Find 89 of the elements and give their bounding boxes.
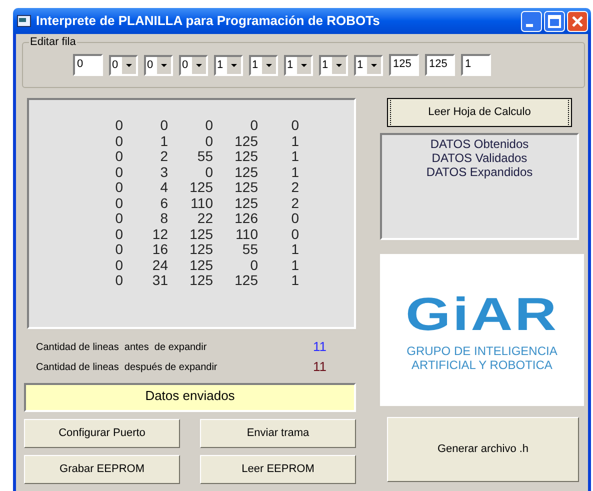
list-value: 126 xyxy=(234,211,258,226)
list-value: 24 xyxy=(151,258,168,273)
list-value: 1 xyxy=(290,242,299,258)
list-value: 0 xyxy=(114,273,123,288)
list-value: 12 xyxy=(151,226,168,242)
logo-subtitle: GRUPO DE INTELIGENCIA xyxy=(406,344,558,358)
dropdown[interactable]: 1 xyxy=(319,54,348,76)
list-value: 0 xyxy=(114,180,123,196)
action-button[interactable]: Leer EEPROM xyxy=(200,455,356,484)
text-field[interactable]: 125 xyxy=(389,54,419,76)
list-value: 2 xyxy=(290,180,299,196)
list-value: 125 xyxy=(188,242,213,258)
list-value: 0 xyxy=(114,242,123,258)
list-value: 0 xyxy=(290,211,299,226)
list-value: 8 xyxy=(159,211,168,226)
status-message: Datos enviados xyxy=(24,383,356,412)
list-value: 2 xyxy=(159,149,168,164)
list-value: 6 xyxy=(159,196,168,211)
list-value: 0 xyxy=(159,118,168,134)
list-value: 125 xyxy=(234,180,258,196)
list-value: 125 xyxy=(188,180,213,196)
list-value: 4 xyxy=(159,180,168,196)
list-value: 0 xyxy=(114,211,123,226)
action-button[interactable]: Configurar Puerto xyxy=(24,419,180,448)
text-field[interactable]: 0 xyxy=(73,54,103,76)
list-value: 125 xyxy=(234,273,258,288)
list-value: 125 xyxy=(188,226,213,242)
list-value: 2 xyxy=(290,196,299,211)
list-value: 110 xyxy=(234,226,258,242)
list-value: 1 xyxy=(290,164,299,180)
dropdown[interactable]: 0 xyxy=(144,54,173,76)
list-value: 55 xyxy=(196,149,213,164)
list-value: 0 xyxy=(114,226,123,242)
list-value: 0 xyxy=(290,226,299,242)
list-value: 125 xyxy=(188,273,213,288)
count-label: Cantidad de lineas antes de expandir xyxy=(36,340,208,354)
list-value: 0 xyxy=(204,118,213,134)
dropdown[interactable]: 0 xyxy=(179,54,208,76)
list-value: 0 xyxy=(249,258,258,273)
dropdown[interactable]: 1 xyxy=(249,54,278,76)
list-value: 16 xyxy=(151,242,168,258)
list-value: 0 xyxy=(114,149,123,164)
list-value: 0 xyxy=(249,118,258,134)
dropdown[interactable]: 1 xyxy=(214,54,243,76)
dropdown[interactable]: 0 xyxy=(109,54,138,76)
list-value: 0 xyxy=(114,118,123,134)
count-value: 11 xyxy=(313,358,326,376)
minimize-icon[interactable] xyxy=(521,10,542,32)
count-label: Cantidad de lineas después de expandir xyxy=(36,360,218,374)
list-value: 1 xyxy=(290,149,299,164)
action-button[interactable]: Grabar EEPROM xyxy=(24,455,180,484)
list-value: 0 xyxy=(114,134,123,149)
status-line: DATOS Obtenidos xyxy=(430,137,529,151)
status-line: DATOS Validados xyxy=(432,151,528,165)
text-field[interactable]: 1 xyxy=(461,54,491,76)
list-value: 0 xyxy=(204,164,213,180)
close-icon[interactable] xyxy=(567,10,588,32)
list-value: 1 xyxy=(290,134,299,149)
action-button[interactable]: Enviar trama xyxy=(200,419,356,448)
read-spreadsheet-button[interactable]: Leer Hoja de Calculo xyxy=(387,98,572,127)
list-value: 0 xyxy=(114,258,123,273)
maximize-icon[interactable] xyxy=(544,10,565,32)
logo-subtitle: ARTIFICIAL Y ROBOTICA xyxy=(412,358,552,372)
list-value: 1 xyxy=(290,258,299,273)
list-value: 1 xyxy=(159,134,168,149)
generate-file-button[interactable]: Generar archivo .h xyxy=(387,417,579,482)
count-value: 11 xyxy=(313,338,326,356)
status-line: DATOS Expandidos xyxy=(426,165,533,179)
list-value: 0 xyxy=(204,134,213,149)
text-field[interactable]: 125 xyxy=(425,54,455,76)
list-value: 0 xyxy=(114,164,123,180)
list-value: 31 xyxy=(151,273,168,288)
list-value: 55 xyxy=(241,242,258,258)
list-value: 3 xyxy=(159,164,168,180)
dropdown[interactable]: 1 xyxy=(354,54,383,76)
logo-title: GiAR xyxy=(406,293,558,337)
list-value: 125 xyxy=(234,134,258,149)
window-title: Interprete de PLANILLA para Programación de ROBOTs xyxy=(36,12,380,30)
list-value: 125 xyxy=(188,258,213,273)
list-value: 125 xyxy=(234,149,258,164)
list-value: 0 xyxy=(290,118,299,134)
list-value: 1 xyxy=(290,273,299,288)
list-value: 125 xyxy=(234,196,258,211)
list-value: 125 xyxy=(234,164,258,180)
list-value: 0 xyxy=(114,196,123,211)
list-value: 22 xyxy=(196,211,213,226)
list-value: 110 xyxy=(190,196,213,211)
dropdown[interactable]: 1 xyxy=(284,54,313,76)
app-icon xyxy=(17,15,31,27)
